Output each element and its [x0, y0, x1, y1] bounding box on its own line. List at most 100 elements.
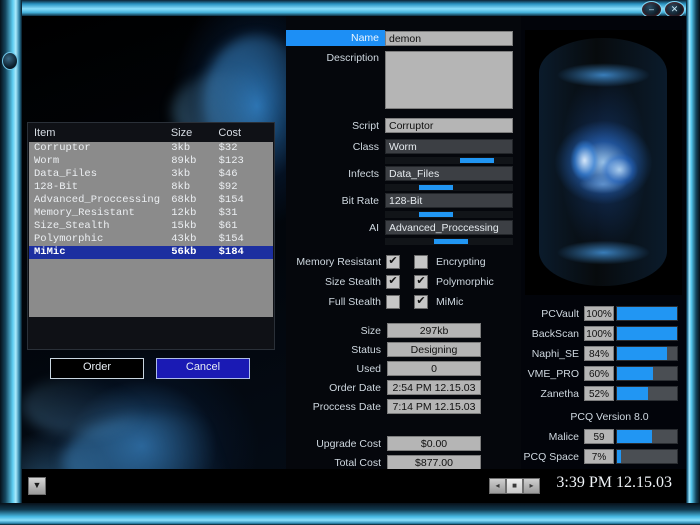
checkbox-left[interactable]	[386, 295, 400, 309]
cell-size: 8kb	[171, 181, 218, 194]
stat-value: $0.00	[387, 436, 481, 451]
system-meters: PCVault100%BackScan100%Naphi_SE84%VME_PR…	[521, 306, 686, 469]
infects-slider[interactable]	[385, 184, 513, 191]
meter-value: 100%	[584, 306, 614, 321]
title-bar	[0, 0, 700, 16]
security-meters-list: PCVault100%BackScan100%Naphi_SE84%VME_PR…	[521, 306, 686, 401]
meter-bar-fill	[617, 347, 667, 360]
meter-label: PCVault	[521, 308, 584, 320]
window-frame-left	[0, 0, 22, 525]
meter-bar-fill	[617, 450, 621, 463]
cell-item: MiMic	[34, 246, 171, 259]
meter-row: VME_PRO60%	[521, 366, 686, 381]
bit-rate-slider-thumb[interactable]	[419, 212, 453, 217]
table-row[interactable]: 128-Bit8kb$92	[29, 181, 273, 194]
field-row-class: Class Worm	[286, 139, 521, 154]
meter-label: BackScan	[521, 328, 584, 340]
description-label: Description	[286, 51, 385, 64]
order-button[interactable]: Order	[50, 358, 144, 379]
nav-prev-button[interactable]: ◂	[489, 478, 506, 494]
table-row[interactable]: MiMic56kb$184	[29, 246, 273, 259]
checkbox-left[interactable]: ✔	[386, 255, 400, 269]
stat-label: Order Date	[286, 382, 387, 394]
class-value[interactable]: Worm	[385, 139, 513, 154]
table-row[interactable]: Advanced_Proccessing68kb$154	[29, 194, 273, 207]
meter-row: BackScan100%	[521, 326, 686, 341]
cell-cost: $31	[219, 207, 268, 220]
description-input[interactable]	[385, 51, 513, 109]
cell-item: 128-Bit	[34, 181, 171, 194]
parts-actions: Order Cancel	[50, 358, 250, 379]
class-slider-thumb[interactable]	[460, 158, 494, 163]
table-row[interactable]: Data_Files3kb$46	[29, 168, 273, 181]
meter-value: 100%	[584, 326, 614, 341]
stat-row: Upgrade Cost$0.00	[286, 436, 521, 451]
checkbox-row: Memory Resistant✔Encrypting	[286, 255, 521, 269]
meter-label: Malice	[521, 431, 584, 443]
stat-row: Total Cost$877.00	[286, 455, 521, 470]
stat-label: Size	[286, 325, 387, 337]
stat-value: $877.00	[387, 455, 481, 470]
cell-cost: $184	[219, 246, 268, 259]
meter-value: 59	[584, 429, 614, 444]
cell-size: 89kb	[171, 155, 218, 168]
table-row[interactable]: Size_Stealth15kb$61	[29, 220, 273, 233]
option-checkboxes: Memory Resistant✔EncryptingSize Stealth✔…	[286, 255, 521, 309]
chevron-down-icon[interactable]: ▼	[28, 477, 46, 495]
right-panel: PCVault100%BackScan100%Naphi_SE84%VME_PR…	[521, 16, 686, 503]
parts-list[interactable]: Corruptor3kb$32Worm89kb$123Data_Files3kb…	[29, 142, 273, 317]
meter-bar-fill	[617, 430, 652, 443]
cell-cost: $154	[219, 233, 268, 246]
ai-slider-thumb[interactable]	[434, 239, 468, 244]
table-row[interactable]: Worm89kb$123	[29, 155, 273, 168]
meter-bar-fill	[617, 367, 653, 380]
class-slider[interactable]	[385, 157, 513, 164]
stat-row: Proccess Date7:14 PM 12.15.03	[286, 399, 521, 414]
infects-value[interactable]: Data_Files	[385, 166, 513, 181]
meter-bar	[616, 429, 678, 444]
meter-bar-fill	[617, 327, 677, 340]
checkbox-right[interactable]	[414, 255, 428, 269]
infects-slider-thumb[interactable]	[419, 185, 453, 190]
cell-size: 56kb	[171, 246, 218, 259]
cell-size: 12kb	[171, 207, 218, 220]
field-row-script: Script Corruptor	[286, 118, 521, 133]
nav-next-button[interactable]: ▸	[523, 478, 540, 494]
cell-item: Advanced_Proccessing	[34, 194, 171, 207]
parts-list-panel: Item Size Cost Corruptor3kb$32Worm89kb$1…	[27, 122, 275, 350]
checkbox-left[interactable]: ✔	[386, 275, 400, 289]
ai-value[interactable]: Advanced_Proccessing	[385, 220, 513, 235]
cell-size: 43kb	[171, 233, 218, 246]
bit-rate-value[interactable]: 128-Bit	[385, 193, 513, 208]
cancel-button[interactable]: Cancel	[156, 358, 250, 379]
name-input[interactable]: demon	[385, 31, 513, 46]
stat-label: Proccess Date	[286, 401, 387, 413]
table-row[interactable]: Corruptor3kb$32	[29, 142, 273, 155]
checkbox-right[interactable]: ✔	[414, 275, 428, 289]
nav-stop-button[interactable]: ■	[506, 478, 523, 494]
stat-label: Status	[286, 344, 387, 356]
bit-rate-slider[interactable]	[385, 211, 513, 218]
checkbox-label-right: Encrypting	[436, 256, 508, 268]
meter-value: 60%	[584, 366, 614, 381]
cell-cost: $32	[219, 142, 268, 155]
stat-value: 0	[387, 361, 481, 376]
checkbox-label-right: Polymorphic	[436, 276, 508, 288]
table-row[interactable]: Memory_Resistant12kb$31	[29, 207, 273, 220]
application-window: – ✕ Item Size Cost Corruptor3kb$32Worm89…	[0, 0, 700, 525]
name-label: Name	[286, 30, 385, 46]
virus-specimen-image	[557, 128, 649, 200]
checkbox-right[interactable]: ✔	[414, 295, 428, 309]
side-round-button[interactable]	[2, 52, 18, 70]
meter-bar-fill	[617, 307, 677, 320]
stat-label: Used	[286, 363, 387, 375]
ai-slider[interactable]	[385, 238, 513, 245]
meter-label: VME_PRO	[521, 368, 584, 380]
stat-row: Used0	[286, 361, 521, 376]
cell-item: Data_Files	[34, 168, 171, 181]
table-row[interactable]: Polymorphic43kb$154	[29, 233, 273, 246]
meter-value: 7%	[584, 449, 614, 464]
virus-form: Name demon Description Script Corruptor …	[286, 16, 521, 503]
parts-list-header: Item Size Cost	[28, 123, 274, 142]
script-input[interactable]: Corruptor	[385, 118, 513, 133]
